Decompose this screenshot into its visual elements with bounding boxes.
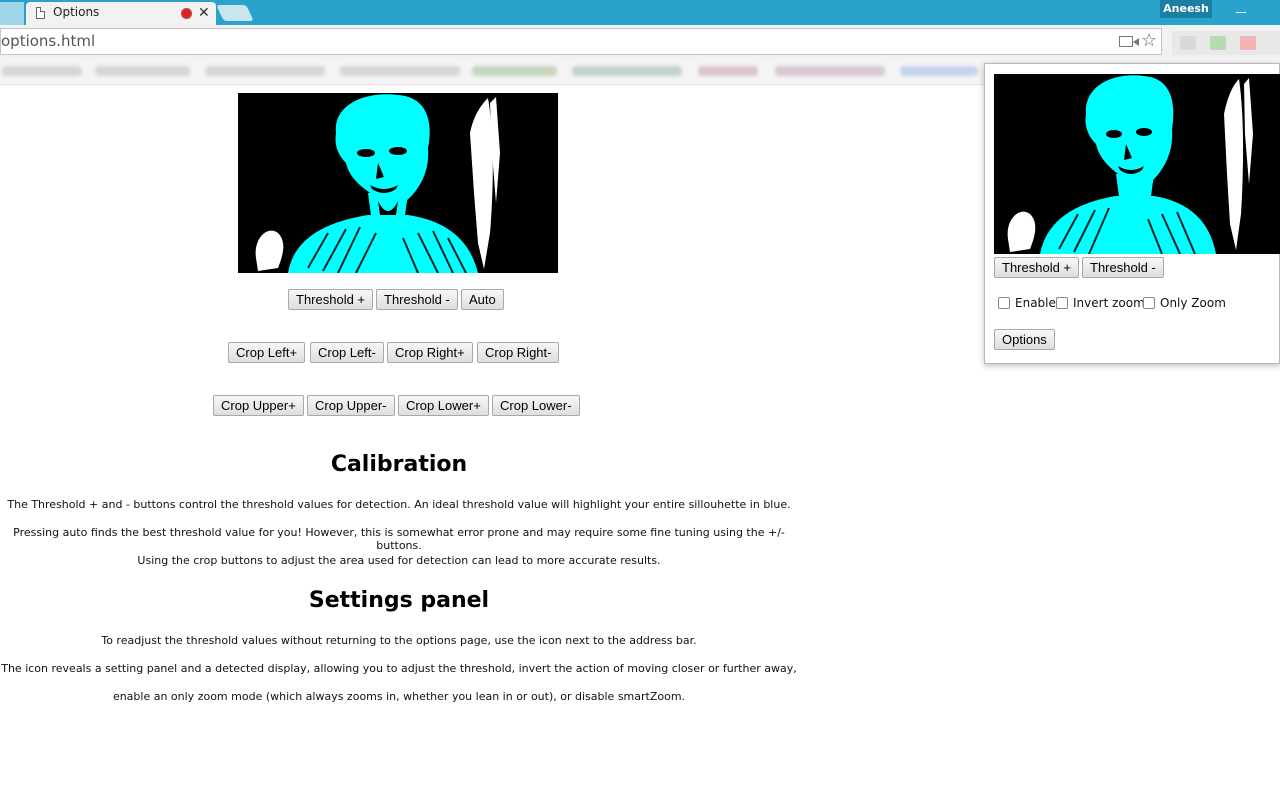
previous-tab[interactable] <box>0 2 24 25</box>
silhouette-image <box>238 93 558 273</box>
camera-icon[interactable] <box>1119 36 1139 47</box>
only-zoom-checkbox[interactable]: Only Zoom <box>1143 296 1226 310</box>
enable-checkbox[interactable]: Enable <box>998 296 1056 310</box>
calibration-paragraph: Pressing auto finds the best threshold v… <box>13 526 785 552</box>
extension-icons <box>1172 31 1280 55</box>
threshold-plus-button[interactable]: Threshold + <box>288 289 374 310</box>
extension-icon[interactable] <box>1180 36 1196 50</box>
crop-upper-minus-button[interactable]: Crop Upper- <box>307 395 395 416</box>
settings-paragraph: enable an only zoom mode (which always z… <box>112 690 686 703</box>
only-zoom-checkbox-box[interactable] <box>1143 297 1155 309</box>
popup-silhouette-image <box>994 74 1280 254</box>
page-icon <box>36 7 45 19</box>
address-bar[interactable]: options.html ☆ <box>0 28 1162 55</box>
recording-icon <box>181 8 192 19</box>
crop-left-plus-button[interactable]: Crop Left+ <box>228 342 306 363</box>
extension-icon[interactable] <box>1240 36 1256 50</box>
crop-left-minus-button[interactable]: Crop Left- <box>310 342 384 363</box>
invert-zoom-label: Invert zoom <box>1073 296 1145 310</box>
crop-lower-plus-button[interactable]: Crop Lower+ <box>398 395 489 416</box>
browser-toolbar: options.html ☆ <box>0 25 1280 59</box>
bookmark-item[interactable] <box>2 66 82 76</box>
tab-title: Options <box>53 5 100 19</box>
address-url: options.html <box>1 32 96 50</box>
popup-detection-preview <box>994 74 1280 254</box>
crop-right-minus-button[interactable]: Crop Right- <box>477 342 560 363</box>
extension-icon[interactable] <box>1210 36 1226 50</box>
crop-right-plus-button[interactable]: Crop Right+ <box>387 342 473 363</box>
calibration-paragraph: The Threshold + and - buttons control th… <box>7 498 791 511</box>
options-button[interactable]: Options <box>994 329 1055 350</box>
browser-title-bar: Options ✕ Aneesh <box>0 0 1280 25</box>
popup-threshold-minus-button[interactable]: Threshold - <box>1082 257 1164 278</box>
detection-preview <box>238 93 558 273</box>
enable-checkbox-box[interactable] <box>998 297 1010 309</box>
profile-button[interactable]: Aneesh <box>1160 0 1212 18</box>
new-tab-button[interactable] <box>216 5 254 21</box>
bookmark-item[interactable] <box>698 66 758 76</box>
invert-zoom-checkbox[interactable]: Invert zoom <box>1056 296 1145 310</box>
bookmark-item[interactable] <box>472 66 557 76</box>
bookmark-star-icon[interactable]: ☆ <box>1141 30 1157 51</box>
calibration-paragraph: Using the crop buttons to adjust the are… <box>137 554 661 567</box>
bookmark-item[interactable] <box>900 66 978 76</box>
crop-upper-plus-button[interactable]: Crop Upper+ <box>213 395 304 416</box>
settings-paragraph: To readjust the threshold values without… <box>101 634 697 647</box>
bookmark-item[interactable] <box>340 66 460 76</box>
close-tab-icon[interactable]: ✕ <box>198 4 210 22</box>
threshold-minus-button[interactable]: Threshold - <box>376 289 458 310</box>
bookmark-item[interactable] <box>205 66 325 76</box>
active-tab[interactable]: Options ✕ <box>26 2 216 25</box>
popup-threshold-plus-button[interactable]: Threshold + <box>994 257 1080 278</box>
enable-label: Enable <box>1015 296 1056 310</box>
only-zoom-label: Only Zoom <box>1160 296 1226 310</box>
settings-panel-heading: Settings panel <box>308 588 490 613</box>
crop-lower-minus-button[interactable]: Crop Lower- <box>492 395 580 416</box>
invert-zoom-checkbox-box[interactable] <box>1056 297 1068 309</box>
calibration-heading: Calibration <box>330 452 468 477</box>
bookmark-item[interactable] <box>572 66 682 76</box>
settings-paragraph: The icon reveals a setting panel and a d… <box>1 662 797 675</box>
settings-popup: Threshold + Threshold - Enable Invert zo… <box>984 63 1280 364</box>
minimize-button[interactable] <box>1234 3 1248 17</box>
bookmark-item[interactable] <box>775 66 885 76</box>
auto-button[interactable]: Auto <box>461 289 504 310</box>
bookmark-item[interactable] <box>95 66 190 76</box>
